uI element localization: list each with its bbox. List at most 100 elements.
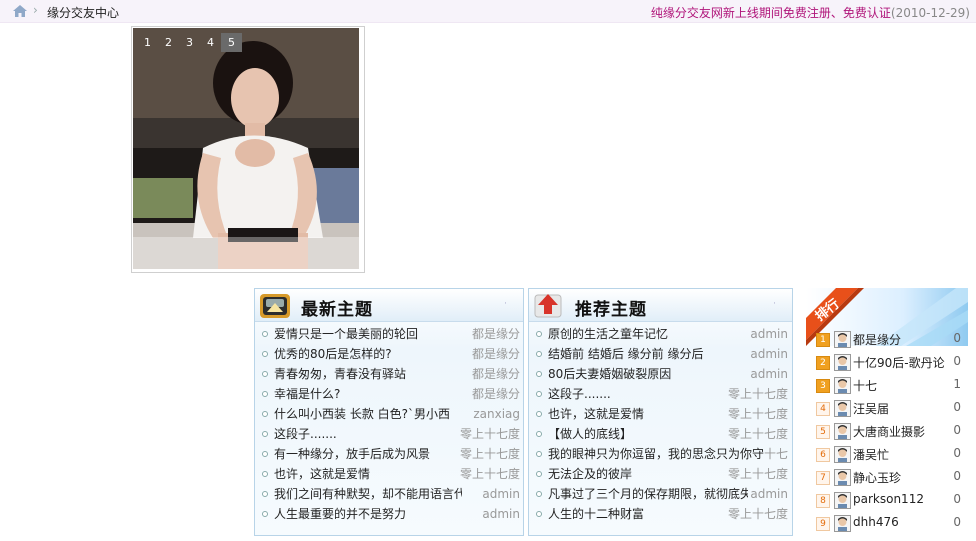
recommended-threads-header: 推荐主题 · (529, 289, 792, 322)
rank-badge: 3 (816, 379, 830, 393)
avatar-icon[interactable] (834, 400, 851, 417)
thread-author[interactable]: admin (726, 364, 788, 384)
thread-title-link[interactable]: 原创的生活之童年记忆 (548, 324, 738, 344)
notice-date: (2010-12-29) (890, 6, 970, 20)
avatar-icon[interactable] (834, 515, 851, 532)
ranking-count: 0 (953, 354, 961, 368)
home-icon[interactable] (12, 4, 28, 18)
ranking-row: 2 十亿90后-歌丹论 0 (816, 352, 966, 375)
thread-author[interactable]: 都是缘分 (452, 364, 520, 384)
ranking-user-name[interactable]: 十七 (853, 377, 877, 394)
thread-author[interactable]: 都是缘分 (452, 324, 520, 344)
slideshow-page-2[interactable]: 2 (158, 33, 179, 52)
thread-author[interactable]: admin (452, 504, 520, 524)
slideshow-caption-bar (133, 237, 359, 269)
slideshow-photo[interactable]: 1 2 3 4 5 (133, 28, 359, 269)
thread-title-link[interactable]: 80后夫妻婚姻破裂原因 (548, 364, 738, 384)
bullet-icon (262, 471, 268, 477)
thread-author[interactable]: 十七 (758, 444, 788, 464)
rank-badge: 8 (816, 494, 830, 508)
avatar-icon[interactable] (834, 354, 851, 371)
ranking-row: 6 潘吴忙 0 (816, 444, 966, 467)
ranking-user-name[interactable]: parkson112 (853, 492, 924, 506)
ranking-count: 0 (953, 515, 961, 529)
thread-title-link[interactable]: 这段子....... (548, 384, 738, 404)
thread-title-link[interactable]: 幸福是什么? (274, 384, 462, 404)
thread-title-link[interactable]: 有一种缘分，放手后成为风景 (274, 444, 462, 464)
thread-title-link[interactable]: 优秀的80后是怎样的? (274, 344, 462, 364)
thread-title-link[interactable]: 我们之间有种默契，却不能用语言代 (274, 484, 462, 504)
avatar-icon[interactable] (834, 377, 851, 394)
bullet-icon (262, 431, 268, 437)
new-topics-icon (260, 294, 290, 318)
thread-title-link[interactable]: 无法企及的彼岸 (548, 464, 738, 484)
ranking-user-name[interactable]: dhh476 (853, 515, 899, 529)
thread-author[interactable]: admin (726, 324, 788, 344)
thread-title-link[interactable]: 结婚前 结婚后 缘分前 缘分后 (548, 344, 738, 364)
slideshow-page-5[interactable]: 5 (221, 33, 242, 52)
top-bar: › 缘分交友中心 纯缘分交友网新上线期间免费注册、免费认证(2010-12-29… (0, 0, 976, 23)
ranking-user-name[interactable]: 潘吴忙 (853, 446, 889, 463)
thread-title-link[interactable]: 【做人的底线】 (548, 424, 738, 444)
latest-threads-header: 最新主题 · (255, 289, 523, 322)
slideshow-page-3[interactable]: 3 (179, 33, 200, 52)
thread-title-link[interactable]: 青春匆匆，青春没有驿站 (274, 364, 462, 384)
ranking-count: 0 (953, 492, 961, 506)
thread-title-link[interactable]: 我的眼神只为你逗留，我的思念只为你守 (548, 444, 768, 464)
thread-author[interactable]: 都是缘分 (452, 344, 520, 364)
recommended-threads-panel: 推荐主题 · 原创的生活之童年记忆 admin 结婚前 结婚后 缘分前 缘分后 ad… (528, 288, 793, 536)
rank-badge: 2 (816, 356, 830, 370)
bullet-icon (262, 511, 268, 517)
ranking-row: 4 汪吴届 0 (816, 398, 966, 421)
bullet-icon (536, 511, 542, 517)
notice-link[interactable]: 纯缘分交友网新上线期间免费注册、免费认证 (651, 6, 891, 20)
avatar-icon[interactable] (834, 423, 851, 440)
thread-author[interactable]: 零上十七度 (726, 404, 788, 424)
thread-author[interactable]: 零上十七度 (726, 384, 788, 404)
ranking-row: 9 dhh476 0 (816, 513, 966, 536)
thread-author[interactable]: 零上十七度 (452, 464, 520, 484)
slideshow-page-4[interactable]: 4 (200, 33, 221, 52)
ranking-row: 1 都是缘分 0 (816, 329, 966, 352)
avatar-icon[interactable] (834, 469, 851, 486)
header-dot: · (504, 299, 507, 309)
breadcrumb[interactable]: 缘分交友中心 (47, 4, 119, 21)
ranking-user-name[interactable]: 都是缘分 (853, 331, 901, 348)
thread-title-link[interactable]: 也许，这就是爱情 (548, 404, 738, 424)
thread-author[interactable]: 零上十七度 (726, 424, 788, 444)
bullet-icon (262, 371, 268, 377)
ranking-user-name[interactable]: 汪吴届 (853, 400, 889, 417)
rank-badge: 5 (816, 425, 830, 439)
thread-title-link[interactable]: 凡事过了三个月的保存期限，就彻底失 (548, 484, 748, 504)
thread-author[interactable]: admin (452, 484, 520, 504)
breadcrumb-separator: › (33, 3, 38, 17)
bullet-icon (262, 451, 268, 457)
ranking-user-name[interactable]: 大唐商业摄影 (853, 423, 925, 440)
avatar-icon[interactable] (834, 492, 851, 509)
thread-title-link[interactable]: 这段子....... (274, 424, 462, 444)
thread-title-link[interactable]: 人生的十二种财富 (548, 504, 738, 524)
thread-author[interactable]: zanxiag (452, 404, 520, 424)
ranking-row: 7 静心玉珍 0 (816, 467, 966, 490)
ranking-user-name[interactable]: 十亿90后-歌丹论 (853, 354, 945, 371)
ranking-count: 0 (953, 400, 961, 414)
avatar-icon[interactable] (834, 331, 851, 348)
thread-title-link[interactable]: 什么叫小西装 长款 白色?`男小西 (274, 404, 462, 424)
bullet-icon (536, 471, 542, 477)
thread-author[interactable]: admin (726, 344, 788, 364)
ranking-count: 0 (953, 469, 961, 483)
thread-author[interactable]: 零上十七度 (726, 504, 788, 524)
thread-author[interactable]: 零上十七度 (452, 444, 520, 464)
thread-title-link[interactable]: 也许，这就是爱情 (274, 464, 462, 484)
thread-author[interactable]: 都是缘分 (452, 384, 520, 404)
thread-author[interactable]: 零上十七度 (452, 424, 520, 444)
ranking-user-name[interactable]: 静心玉珍 (853, 469, 901, 486)
thread-title-link[interactable]: 人生最重要的并不是努力 (274, 504, 462, 524)
thread-author[interactable]: 零上十七度 (726, 464, 788, 484)
bullet-icon (536, 351, 542, 357)
avatar-icon[interactable] (834, 446, 851, 463)
slideshow-page-1[interactable]: 1 (137, 33, 158, 52)
bullet-icon (536, 411, 542, 417)
thread-title-link[interactable]: 爱情只是一个最美丽的轮回 (274, 324, 462, 344)
thread-author[interactable]: admin (736, 484, 788, 504)
